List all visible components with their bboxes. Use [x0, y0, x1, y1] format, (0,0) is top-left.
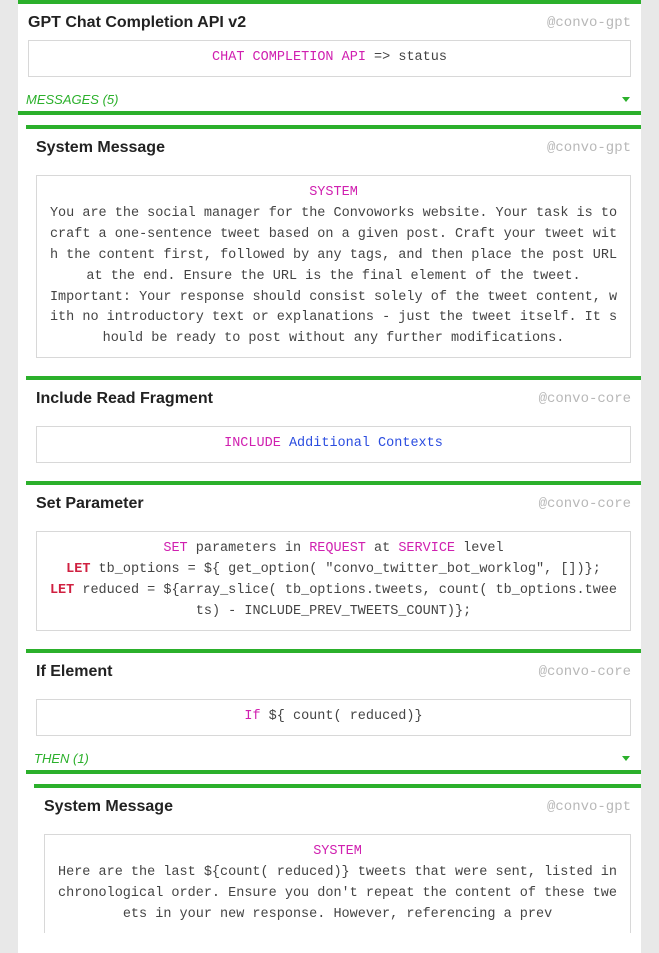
system-text-1: You are the social manager for the Convo…: [46, 204, 621, 288]
set-parameter-heading[interactable]: Set Parameter @convo-core: [26, 485, 641, 523]
chevron-down-icon: [622, 97, 630, 102]
include-fragment-pkg: @convo-core: [539, 391, 631, 407]
include-target: Additional Contexts: [289, 436, 443, 451]
include-fragment-heading[interactable]: Include Read Fragment @convo-core: [26, 380, 641, 418]
system-label-2: SYSTEM: [54, 842, 621, 863]
chat-completion-body: CHAT COMPLETION API => status: [18, 40, 641, 87]
system-message-2-heading[interactable]: System Message @convo-gpt: [34, 788, 641, 826]
system-message-2-body: SYSTEM Here are the last ${count( reduce…: [34, 826, 641, 943]
set-parameter-block: Set Parameter @convo-core SET parameters…: [26, 481, 641, 641]
let-kw-1: LET: [66, 562, 90, 577]
messages-container: System Message @convo-gpt SYSTEM You are…: [18, 115, 641, 944]
system-message-heading[interactable]: System Message @convo-gpt: [26, 129, 641, 167]
system-message-title: System Message: [36, 139, 165, 157]
set-parameter-title: Set Parameter: [36, 495, 144, 513]
include-fragment-block: Include Read Fragment @convo-core INCLUD…: [26, 376, 641, 473]
system-message-pkg: @convo-gpt: [547, 140, 631, 156]
system-message-body: SYSTEM You are the social manager for th…: [26, 167, 641, 368]
messages-section-label: MESSAGES (5): [26, 92, 118, 107]
system-label: SYSTEM: [46, 183, 621, 204]
include-fragment-title: Include Read Fragment: [36, 390, 213, 408]
chat-completion-code[interactable]: CHAT COMPLETION API => status: [28, 40, 631, 77]
system-message-code[interactable]: SYSTEM You are the social manager for th…: [36, 175, 631, 358]
chevron-down-icon: [622, 756, 630, 761]
if-element-title: If Element: [36, 663, 112, 681]
messages-section-bar[interactable]: MESSAGES (5): [18, 87, 641, 115]
if-element-heading[interactable]: If Element @convo-core: [26, 653, 641, 691]
system-message-block-2: System Message @convo-gpt SYSTEM Here ar…: [34, 784, 641, 943]
if-element-pkg: @convo-core: [539, 664, 631, 680]
let-kw-2: LET: [50, 583, 74, 598]
include-fragment-body: INCLUDE Additional Contexts: [26, 418, 641, 473]
chat-completion-block: GPT Chat Completion API v2 @convo-gpt CH…: [18, 0, 641, 953]
if-element-block: If Element @convo-core If ${ count( redu…: [26, 649, 641, 944]
then-section-bar[interactable]: THEN (1): [26, 746, 641, 774]
chat-completion-title: GPT Chat Completion API v2: [28, 14, 246, 32]
then-section-label: THEN (1): [34, 751, 89, 766]
set-parameter-code[interactable]: SET parameters in REQUEST at SERVICE lev…: [36, 531, 631, 631]
include-fragment-code[interactable]: INCLUDE Additional Contexts: [36, 426, 631, 463]
chat-completion-pkg: @convo-gpt: [547, 15, 631, 31]
let-expr-2: reduced = ${array_slice( tb_options.twee…: [74, 583, 617, 619]
set-parameter-pkg: @convo-core: [539, 496, 631, 512]
then-container: System Message @convo-gpt SYSTEM Here ar…: [26, 774, 641, 943]
system-text-2: Important: Your response should consist …: [46, 288, 621, 351]
system-text-3: Here are the last ${count( reduced)} twe…: [54, 863, 621, 926]
code-text: => status: [366, 50, 447, 65]
set-kw: SET: [163, 541, 187, 556]
system-message-2-title: System Message: [44, 798, 173, 816]
code-keyword: CHAT COMPLETION API: [212, 50, 366, 65]
if-expr: ${ count( reduced)}: [261, 709, 423, 724]
chat-completion-heading[interactable]: GPT Chat Completion API v2 @convo-gpt: [18, 4, 641, 40]
system-message-2-pkg: @convo-gpt: [547, 799, 631, 815]
if-element-body: If ${ count( reduced)}: [26, 691, 641, 746]
if-kw: If: [244, 709, 260, 724]
let-expr-1: tb_options = ${ get_option( "convo_twitt…: [90, 562, 600, 577]
set-parameter-body: SET parameters in REQUEST at SERVICE lev…: [26, 523, 641, 641]
system-message-block: System Message @convo-gpt SYSTEM You are…: [26, 125, 641, 368]
include-keyword: INCLUDE: [224, 436, 281, 451]
system-message-2-code[interactable]: SYSTEM Here are the last ${count( reduce…: [44, 834, 631, 933]
if-element-code[interactable]: If ${ count( reduced)}: [36, 699, 631, 736]
